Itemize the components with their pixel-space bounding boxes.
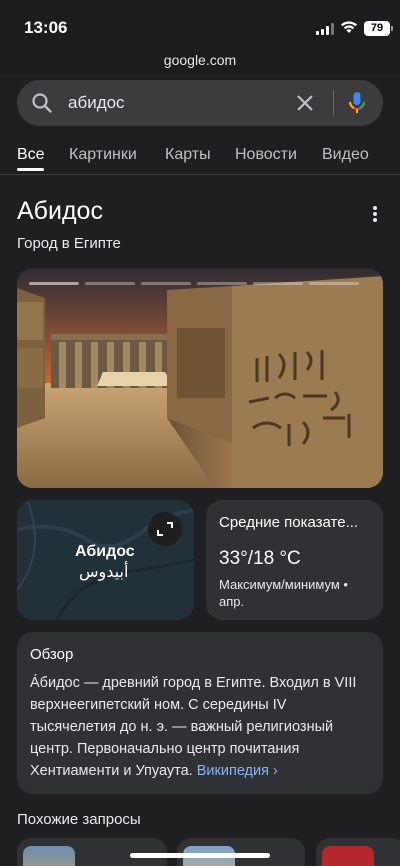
status-bar: 13:06 79 <box>0 0 400 50</box>
wifi-icon <box>341 21 357 33</box>
image-progress-5 <box>253 282 303 285</box>
map-card[interactable]: Абидос أبيدوس <box>17 500 194 620</box>
search-box[interactable]: абидос <box>17 80 383 126</box>
overview-heading: Обзор <box>30 646 74 663</box>
related-chip-3[interactable] <box>316 838 400 866</box>
image-progress-2 <box>85 282 135 285</box>
active-tab-indicator <box>17 168 44 171</box>
weather-title: Средние показате... <box>219 514 359 531</box>
weather-note: Максимум/минимум • апр. <box>219 577 348 609</box>
search-input[interactable]: абидос <box>68 93 125 113</box>
overview-card: Обзор А́бидос — древний город в Египте. … <box>17 632 383 794</box>
overview-body: А́бидос — древний город в Египте. Входил… <box>30 675 357 779</box>
entity-subtitle: Город в Египте <box>17 235 121 252</box>
tab-maps[interactable]: Карты <box>165 146 211 164</box>
tab-news[interactable]: Новости <box>235 146 297 164</box>
tab-images[interactable]: Картинки <box>69 146 137 164</box>
entity-title: Абидос <box>17 197 103 225</box>
related-thumb-1 <box>23 846 75 866</box>
hero-image[interactable] <box>17 268 383 488</box>
weather-temp: 33°/18 °C <box>219 548 301 569</box>
url-bar[interactable]: google.com <box>0 50 400 74</box>
image-progress-3 <box>141 282 191 285</box>
search-tabs: Все Картинки Карты Новости Видео <box>0 140 400 172</box>
map-label: Абидос <box>75 543 135 560</box>
search-divider <box>333 90 334 116</box>
temple-image <box>17 268 383 488</box>
related-heading: Похожие запросы <box>17 811 141 828</box>
related-chip-1[interactable] <box>17 838 167 866</box>
battery-icon: 79 <box>364 21 393 36</box>
related-thumb-3 <box>322 846 374 866</box>
overview-text: А́бидос — древний город в Египте. Входил… <box>30 672 370 782</box>
map-label-arabic: أبيدوس <box>79 562 129 581</box>
tab-all[interactable]: Все <box>17 146 45 164</box>
search-icon <box>32 93 52 113</box>
mic-icon[interactable] <box>347 91 367 115</box>
expand-icon <box>157 522 173 536</box>
status-time: 13:06 <box>24 18 68 37</box>
home-indicator <box>130 853 270 858</box>
expand-map-button[interactable] <box>148 512 182 546</box>
weather-card[interactable]: Средние показате... 33°/18 °C Максимум/м… <box>206 500 383 620</box>
related-chip-2[interactable] <box>177 838 305 866</box>
image-progress-1 <box>29 282 79 285</box>
clear-icon[interactable] <box>295 93 315 113</box>
wikipedia-link[interactable]: Википедия › <box>197 763 278 779</box>
tabs-divider <box>0 174 400 175</box>
tab-videos[interactable]: Видео <box>322 146 369 164</box>
image-progress-6 <box>309 282 359 285</box>
image-progress-4 <box>197 282 247 285</box>
cellular-signal-icon <box>316 23 334 35</box>
more-options-icon[interactable] <box>370 206 380 224</box>
